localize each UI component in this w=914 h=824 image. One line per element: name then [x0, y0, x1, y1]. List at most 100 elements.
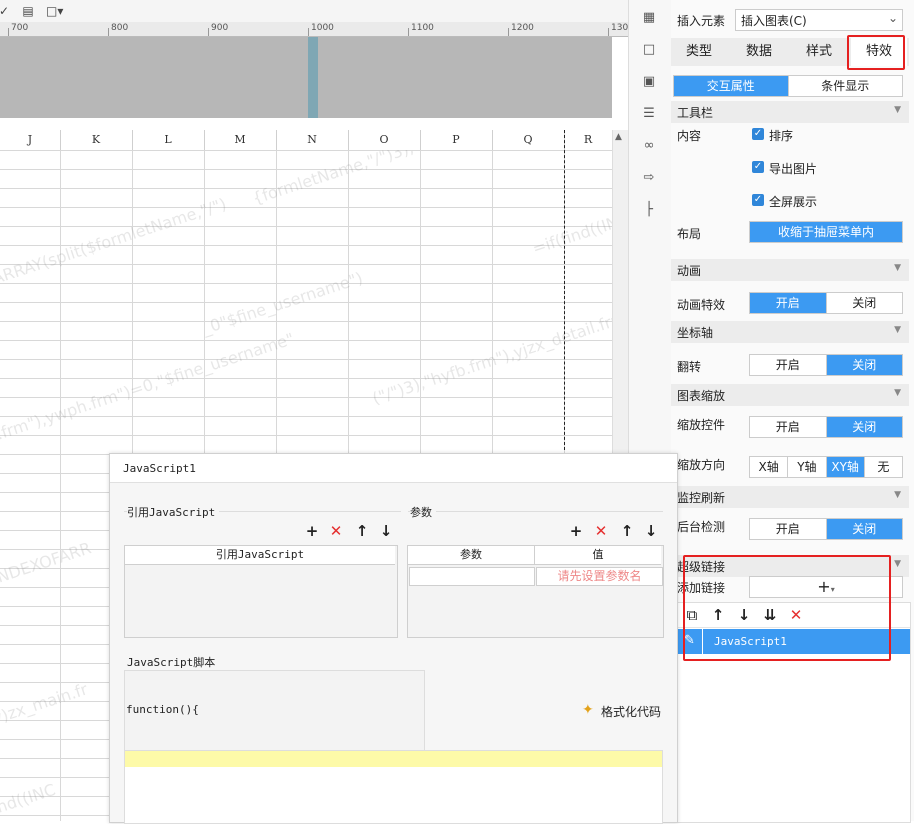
checkbox-fullscreen[interactable]: ✓	[752, 194, 764, 206]
tab-data[interactable]: 数据	[731, 38, 787, 66]
document-icon[interactable]: ▤	[20, 3, 36, 19]
watermark-text: =if(find((IN	[530, 212, 612, 259]
subtab-condition-display[interactable]: 条件显示	[789, 76, 903, 96]
dropdown-widget-icon[interactable]: ▣	[640, 73, 658, 91]
toggle-on[interactable]: 开启	[750, 293, 827, 313]
layout-drawer-option[interactable]: 收缩于抽屉菜单内	[750, 222, 902, 242]
ruler-tick: 1100	[411, 23, 434, 33]
ruler-tick: 130	[611, 23, 629, 33]
toggle-off[interactable]: 关闭	[826, 355, 902, 375]
watermark-text: INDEXOFARR	[0, 538, 94, 589]
border-icon[interactable]: □▾	[46, 3, 63, 19]
watermark-text: ind((INC	[0, 779, 58, 819]
broom-icon[interactable]: ✦	[582, 702, 594, 718]
column-header[interactable]: L	[132, 130, 205, 150]
ref-table[interactable]: 引用JavaScript	[124, 545, 398, 638]
checkbox-sort[interactable]: ✓	[752, 128, 764, 140]
zoom-x-option[interactable]: X轴	[750, 457, 789, 477]
monitor-toggle: 开启 关闭	[749, 518, 903, 540]
move-down-icon[interactable]: ↓	[378, 523, 394, 539]
collapse-icon: ▼	[894, 105, 901, 115]
import-icon[interactable]: ⇨	[640, 169, 658, 187]
section-monitor-refresh[interactable]: 监控刷新 ▼	[671, 486, 909, 508]
section-toolbar[interactable]: 工具栏 ▼	[671, 101, 909, 123]
column-header-row: J K L M N O P Q R	[0, 130, 613, 151]
flip-toggle: 开启 关闭	[749, 354, 903, 376]
section-title: 动画	[677, 264, 702, 278]
column-header[interactable]: O	[348, 130, 421, 150]
zoom-xy-option[interactable]: XY轴	[826, 457, 865, 477]
watermark-text: in.frm"),ywph.frm")=0,"$fine_username"	[0, 329, 297, 449]
tab-type[interactable]: 类型	[671, 38, 727, 66]
watermark-text: {formletName,"/")3),"hyfb.frm"),y)	[250, 150, 521, 209]
layout-toggle[interactable]: 收缩于抽屉菜单内	[749, 221, 903, 243]
move-up-icon[interactable]: ↑	[354, 523, 370, 539]
watermark-text: ("/")3),"hyfb.frm"),yjzx_detail.frm	[370, 307, 612, 409]
format-code-button[interactable]: 格式化代码	[601, 703, 661, 720]
ref-table-header: 引用JavaScript	[125, 546, 395, 565]
tree-icon[interactable]: ├	[640, 201, 658, 219]
column-header[interactable]: N	[276, 130, 349, 150]
move-down-icon[interactable]: ↓	[643, 523, 659, 539]
collapse-icon: ▼	[894, 325, 901, 335]
insert-chart-select[interactable]: 插入图表(C) ⌄	[735, 9, 903, 31]
layout-label: 布局	[677, 227, 702, 241]
param-name-header: 参数	[408, 546, 535, 565]
horizontal-ruler: 700 800 900 1000 1100 1200 130	[0, 22, 628, 37]
add-icon[interactable]: +	[568, 523, 584, 539]
collapse-icon: ▼	[894, 263, 901, 273]
layers-icon[interactable]: ☰	[640, 105, 658, 123]
column-header[interactable]: P	[420, 130, 493, 150]
toggle-off[interactable]: 关闭	[826, 417, 902, 437]
format-painter-icon[interactable]: ✓	[0, 3, 12, 19]
param-table[interactable]: 参数 值 请先设置参数名	[407, 545, 664, 638]
ruler-tick: 1200	[511, 23, 534, 33]
section-axis[interactable]: 坐标轴 ▼	[671, 321, 909, 343]
toggle-on[interactable]: 开启	[750, 519, 827, 539]
ruler-tick: 1000	[311, 23, 334, 33]
section-title: 工具栏	[677, 106, 714, 120]
current-line-highlight	[125, 751, 662, 767]
add-icon[interactable]: +	[304, 523, 320, 539]
toggle-off[interactable]: 关闭	[826, 519, 902, 539]
properties-icon[interactable]: ▦	[640, 9, 658, 27]
canvas-area[interactable]	[0, 37, 612, 118]
page-break-line	[564, 130, 565, 450]
watermark-text: y)zx_main.fr	[0, 679, 90, 729]
column-header[interactable]: M	[204, 130, 277, 150]
delete-icon[interactable]: ✕	[593, 523, 609, 539]
checkbox-label: 导出图片	[769, 162, 818, 176]
column-header[interactable]: J	[0, 130, 61, 150]
flip-label: 翻转	[677, 360, 702, 374]
tab-style[interactable]: 样式	[791, 38, 847, 66]
section-zoom[interactable]: 图表缩放 ▼	[671, 384, 909, 406]
checkbox-export-image[interactable]: ✓	[752, 161, 764, 173]
collapse-icon: ▼	[894, 490, 901, 500]
column-header[interactable]: K	[60, 130, 133, 150]
javascript-dialog: JavaScript1 引用JavaScript + ✕ ↑ ↓ 引用JavaS…	[109, 453, 678, 824]
frame-icon[interactable]: □	[640, 41, 658, 59]
param-group-title: 参数	[410, 504, 436, 520]
scroll-up-icon[interactable]: ▲	[615, 132, 622, 142]
subtab-interaction[interactable]: 交互属性	[674, 76, 789, 96]
zoom-control-label: 缩放控件	[677, 418, 726, 432]
zoom-none-option[interactable]: 无	[865, 457, 902, 477]
move-up-icon[interactable]: ↑	[619, 523, 635, 539]
toggle-on[interactable]: 开启	[750, 417, 827, 437]
toggle-on[interactable]: 开启	[750, 355, 827, 375]
zoom-y-option[interactable]: Y轴	[788, 457, 827, 477]
param-name-cell[interactable]	[409, 567, 535, 586]
delete-icon[interactable]: ✕	[328, 523, 344, 539]
section-animation[interactable]: 动画 ▼	[671, 259, 909, 281]
script-group-title: JavaScript脚本	[127, 654, 220, 670]
insert-element-label: 插入元素	[677, 14, 726, 28]
insert-chart-value: 插入图表(C)	[741, 14, 807, 28]
zoom-direction-toggle: X轴 Y轴 XY轴 无	[749, 456, 903, 478]
toggle-off[interactable]: 关闭	[827, 293, 903, 313]
script-editor[interactable]	[124, 750, 663, 824]
param-value-cell[interactable]: 请先设置参数名	[536, 567, 663, 586]
ruler-tick: 700	[11, 23, 29, 33]
link-icon[interactable]: ∞	[640, 137, 658, 155]
column-header[interactable]: R	[564, 130, 613, 150]
column-header[interactable]: Q	[492, 130, 565, 150]
